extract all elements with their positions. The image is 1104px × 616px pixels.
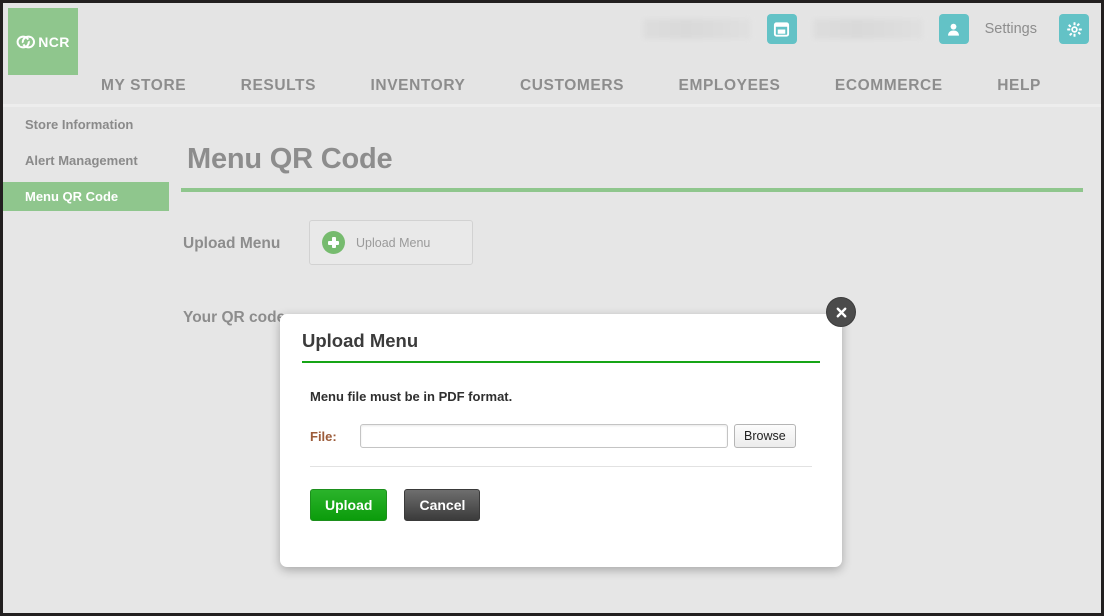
nav-item-inventory[interactable]: INVENTORY bbox=[371, 75, 466, 97]
nav-item-customers[interactable]: CUSTOMERS bbox=[520, 75, 624, 97]
page-title: Menu QR Code bbox=[187, 143, 393, 175]
application-window: NCR Settings MY STORE RESULTS INVENTORY … bbox=[0, 0, 1104, 616]
main-navigation: MY STORE RESULTS INVENTORY CUSTOMERS EMP… bbox=[3, 75, 1101, 107]
file-label: File: bbox=[310, 428, 337, 444]
upload-menu-row: Upload Menu Upload Menu bbox=[181, 220, 1083, 265]
modal-divider bbox=[310, 466, 812, 467]
modal-actions: Upload Cancel bbox=[310, 489, 820, 521]
nav-item-ecommerce[interactable]: ECOMMERCE bbox=[835, 75, 943, 97]
upload-menu-button-label: Upload Menu bbox=[356, 235, 431, 250]
upload-menu-button[interactable]: Upload Menu bbox=[309, 220, 473, 265]
ncr-rings-icon bbox=[16, 35, 36, 49]
app-header: NCR Settings bbox=[3, 3, 1101, 76]
settings-label[interactable]: Settings bbox=[985, 21, 1037, 37]
nav-item-help[interactable]: HELP bbox=[997, 75, 1041, 97]
redacted-store-label bbox=[642, 19, 751, 39]
user-glyph bbox=[948, 23, 960, 36]
browse-button[interactable]: Browse bbox=[734, 424, 796, 448]
nav-item-my-store[interactable]: MY STORE bbox=[101, 75, 186, 97]
logo-mark: NCR bbox=[16, 34, 70, 50]
store-glyph bbox=[774, 21, 790, 37]
nav-item-employees[interactable]: EMPLOYEES bbox=[679, 75, 781, 97]
plus-circle-icon bbox=[322, 231, 345, 254]
header-right-cluster: Settings bbox=[642, 12, 1089, 46]
gear-glyph bbox=[1066, 21, 1082, 37]
modal-title: Upload Menu bbox=[302, 330, 419, 351]
gear-icon[interactable] bbox=[1059, 14, 1089, 44]
close-x-glyph bbox=[836, 307, 846, 317]
modal-title-divider bbox=[302, 361, 820, 363]
redacted-user-label bbox=[812, 19, 923, 39]
store-icon[interactable] bbox=[766, 14, 797, 44]
nav-items: MY STORE RESULTS INVENTORY CUSTOMERS EMP… bbox=[101, 75, 1041, 97]
upload-button[interactable]: Upload bbox=[310, 489, 388, 521]
title-divider bbox=[181, 188, 1083, 192]
cancel-button[interactable]: Cancel bbox=[404, 489, 481, 521]
file-input[interactable] bbox=[360, 424, 728, 448]
main-panel: Menu QR Code Upload Menu Upload Menu You… bbox=[181, 110, 1083, 327]
modal-body: Upload Menu Menu file must be in PDF for… bbox=[280, 314, 842, 521]
sidebar-item-store-information[interactable]: Store Information bbox=[3, 110, 173, 139]
ncr-logo[interactable]: NCR bbox=[8, 8, 78, 76]
sidebar: Store Information Alert Management Menu … bbox=[3, 110, 173, 218]
modal-note: Menu file must be in PDF format. bbox=[310, 389, 513, 404]
upload-menu-label: Upload Menu bbox=[183, 235, 281, 252]
user-icon[interactable] bbox=[938, 14, 969, 44]
sidebar-item-alert-management[interactable]: Alert Management bbox=[3, 146, 173, 175]
close-icon[interactable] bbox=[826, 297, 856, 327]
file-input-row: File: Browse bbox=[310, 424, 820, 448]
ncr-logo-text: NCR bbox=[38, 34, 70, 50]
sidebar-item-menu-qr-code[interactable]: Menu QR Code bbox=[3, 182, 169, 211]
nav-item-results[interactable]: RESULTS bbox=[241, 75, 316, 97]
upload-menu-modal: Upload Menu Menu file must be in PDF for… bbox=[280, 297, 856, 567]
